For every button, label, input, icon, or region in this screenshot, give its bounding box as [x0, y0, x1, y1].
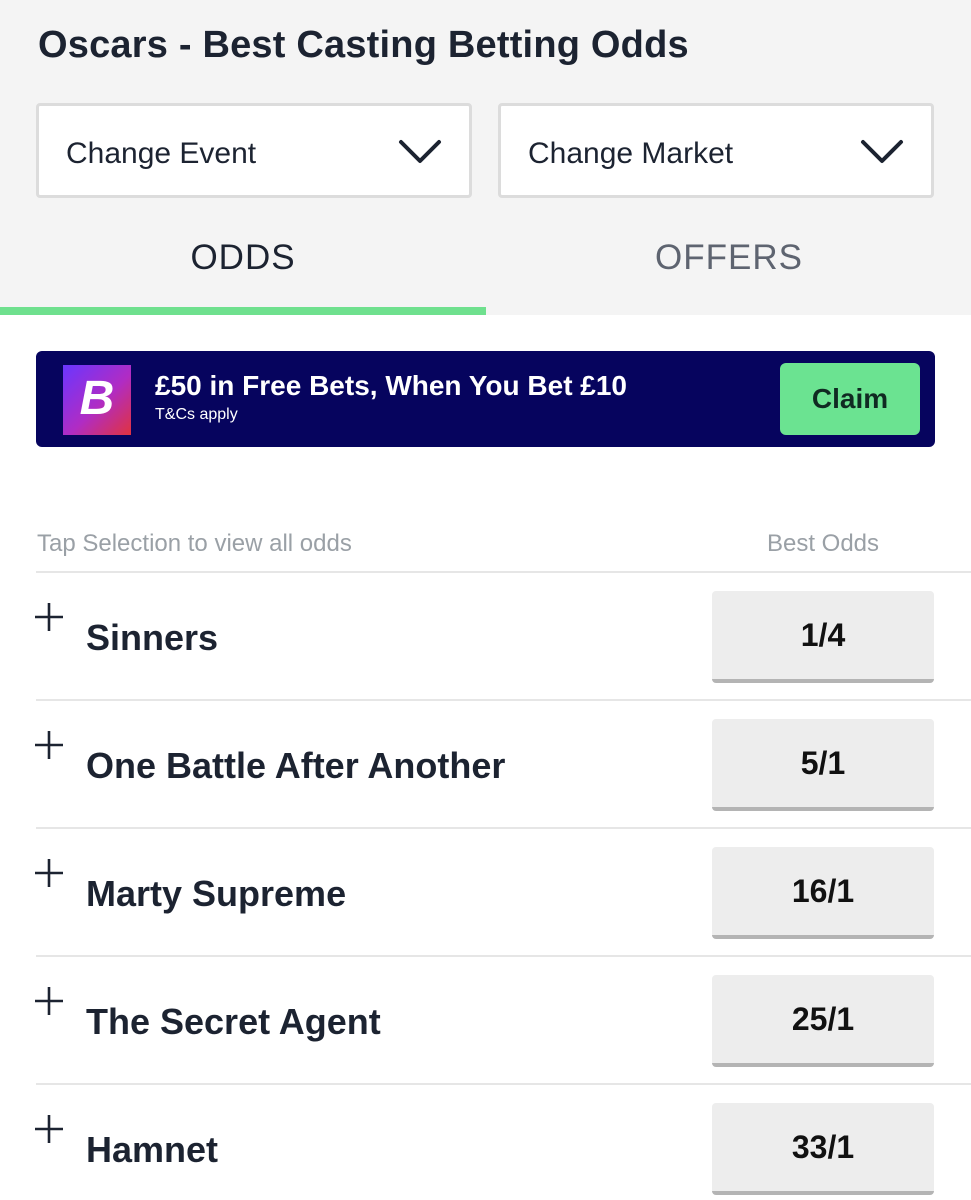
odds-button[interactable]: 16/1 — [712, 847, 934, 939]
selection-row[interactable]: The Secret Agent 25/1 — [35, 956, 971, 1085]
page-title: Oscars - Best Casting Betting Odds — [38, 24, 689, 66]
plus-icon[interactable] — [32, 1112, 66, 1146]
claim-button[interactable]: Claim — [780, 363, 920, 435]
plus-icon[interactable] — [32, 984, 66, 1018]
selection-name[interactable]: The Secret Agent — [86, 1001, 381, 1043]
selection-row[interactable]: Marty Supreme 16/1 — [35, 828, 971, 957]
change-event-dropdown[interactable]: Change Event — [36, 103, 472, 198]
change-market-dropdown[interactable]: Change Market — [498, 103, 934, 198]
selection-row[interactable]: One Battle After Another 5/1 — [35, 700, 971, 829]
odds-button[interactable]: 5/1 — [712, 719, 934, 811]
selection-row[interactable]: Hamnet 33/1 — [35, 1084, 971, 1200]
odds-button[interactable]: 33/1 — [712, 1103, 934, 1195]
plus-icon[interactable] — [32, 600, 66, 634]
tab-odds[interactable]: ODDS — [0, 238, 486, 278]
chevron-down-icon — [861, 140, 903, 163]
best-odds-header: Best Odds — [766, 530, 880, 557]
selection-name[interactable]: Marty Supreme — [86, 873, 346, 915]
bookmaker-logo: B — [63, 365, 131, 435]
header-area: Oscars - Best Casting Betting Odds Chang… — [0, 0, 971, 315]
selection-name[interactable]: Sinners — [86, 617, 218, 659]
selection-row[interactable]: Sinners 1/4 — [35, 572, 971, 701]
active-tab-indicator — [0, 307, 486, 315]
change-market-label: Change Market — [528, 137, 734, 170]
odds-button[interactable]: 25/1 — [712, 975, 934, 1067]
promo-terms[interactable]: T&Cs apply — [155, 406, 238, 424]
selection-name[interactable]: Hamnet — [86, 1129, 218, 1171]
change-event-label: Change Event — [66, 137, 257, 170]
promo-banner[interactable]: B £50 in Free Bets, When You Bet £10 T&C… — [36, 351, 935, 447]
plus-icon[interactable] — [32, 728, 66, 762]
bookmaker-logo-letter: B — [79, 372, 115, 425]
chevron-down-icon — [399, 140, 441, 163]
promo-headline: £50 in Free Bets, When You Bet £10 — [155, 370, 628, 401]
tab-offers[interactable]: OFFERS — [486, 238, 971, 278]
selection-name[interactable]: One Battle After Another — [86, 745, 505, 787]
plus-icon[interactable] — [32, 856, 66, 890]
list-hint: Tap Selection to view all odds — [37, 530, 352, 557]
odds-button[interactable]: 1/4 — [712, 591, 934, 683]
